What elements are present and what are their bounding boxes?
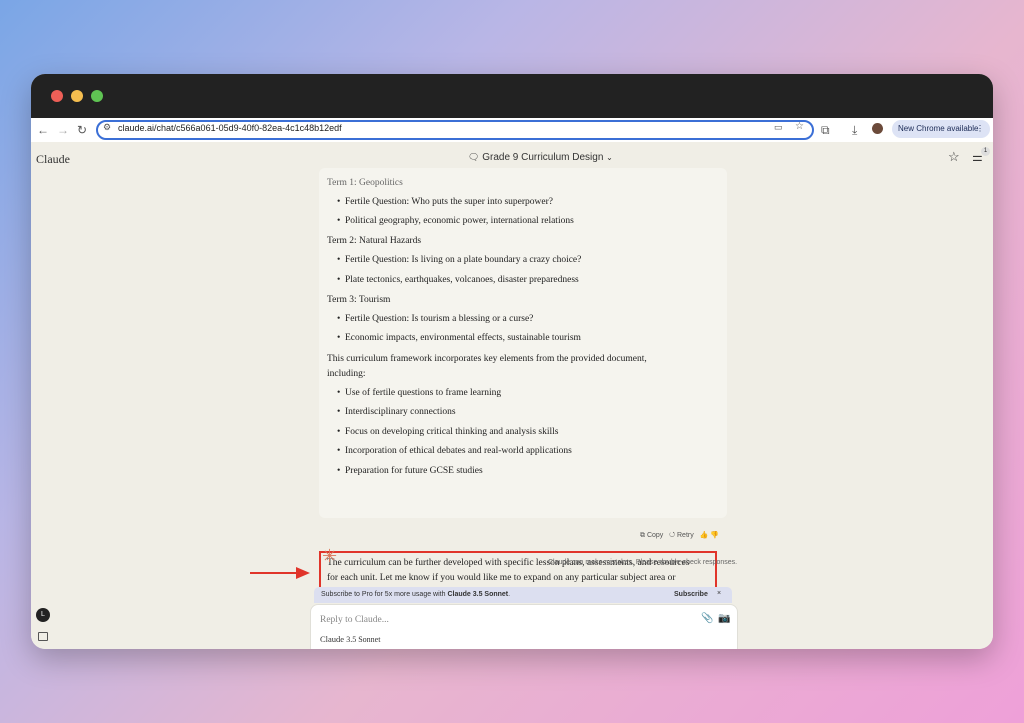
retry-button[interactable]: ↺ Retry — [669, 532, 694, 539]
list-item: Preparation for future GCSE studies — [337, 466, 483, 476]
term-heading: Term 3: Tourism — [327, 295, 391, 305]
list-item: Fertile Question: Who puts the super int… — [337, 197, 553, 207]
user-avatar[interactable]: L — [36, 608, 50, 622]
term-heading: Term 1: Geopolitics — [327, 178, 403, 188]
reply-input[interactable]: Reply to Claude... 📎 📷 Claude 3.5 Sonnet — [310, 604, 738, 649]
model-version: 3.5 Sonnet — [346, 635, 381, 644]
bookmark-star-icon[interactable]: ☆ — [795, 121, 804, 132]
promo-model: Claude 3.5 Sonnet — [447, 591, 509, 598]
paragraph-line: This curriculum framework incorporates k… — [327, 354, 647, 364]
browser-window: ← → ↻ ⚙ claude.ai/chat/c566a061-05d9-40f… — [31, 74, 993, 649]
close-window-button[interactable] — [51, 90, 63, 102]
chevron-down-icon: ⌄ — [606, 153, 613, 162]
forward-icon[interactable]: → — [57, 121, 69, 139]
chat-bubble-icon: 🗨 — [468, 152, 480, 162]
notification-badge: 1 — [981, 147, 990, 156]
brand-logo[interactable]: Claude — [36, 152, 70, 167]
list-item: Focus on developing critical thinking an… — [337, 427, 558, 437]
assistant-message: Term 1: Geopolitics Fertile Question: Who… — [319, 168, 727, 518]
retry-label: Retry — [677, 532, 694, 539]
download-icon[interactable]: ⤓ — [852, 121, 857, 139]
star-chat-icon[interactable]: ☆ — [948, 149, 960, 165]
sidebar-toggle-icon[interactable] — [38, 632, 48, 641]
profile-avatar[interactable] — [872, 123, 883, 134]
term-heading: Term 2: Natural Hazards — [327, 236, 422, 246]
back-icon[interactable]: ← — [37, 121, 49, 139]
list-item: Fertile Question: Is tourism a blessing … — [337, 314, 533, 324]
address-bar[interactable]: ⚙ claude.ai/chat/c566a061-05d9-40f0-82ea… — [96, 120, 814, 140]
list-item: Incorporation of ethical debates and rea… — [337, 446, 572, 456]
chat-title-text: Grade 9 Curriculum Design — [482, 152, 604, 163]
url-text: claude.ai/chat/c566a061-05d9-40f0-82ea-4… — [118, 123, 342, 133]
model-selector[interactable]: Claude 3.5 Sonnet — [320, 634, 380, 644]
reply-placeholder: Reply to Claude... — [320, 615, 389, 625]
copy-label: Copy — [646, 532, 664, 539]
subscribe-button[interactable]: Subscribe — [674, 591, 708, 598]
list-item: Use of fertile questions to frame learni… — [337, 388, 501, 398]
new-chrome-button[interactable]: New Chrome available ⋮ — [892, 120, 990, 138]
list-item: Economic impacts, environmental effects,… — [337, 333, 581, 343]
red-arrow-icon — [250, 567, 310, 579]
list-item: Fertile Question: Is living on a plate b… — [337, 255, 581, 265]
disclaimer: Claude can make mistakes. Please double-… — [548, 559, 738, 566]
menu-dots-icon[interactable]: ⋮ — [976, 120, 984, 138]
model-name: Claude — [320, 634, 345, 644]
title-bar — [31, 74, 993, 118]
promo-suffix: . — [508, 591, 511, 598]
extensions-icon[interactable]: ⧉ — [821, 121, 830, 139]
thumbs-down-icon[interactable]: 👎 — [710, 532, 719, 539]
thumbs-up-icon[interactable]: 👍 — [700, 532, 709, 539]
claude-spark-icon: ✳ — [322, 546, 338, 566]
claude-app: Claude 🗨 Grade 9 Curriculum Design ⌄ ☆ ⚌… — [31, 142, 993, 649]
close-icon[interactable]: × — [717, 590, 721, 597]
minimize-window-button[interactable] — [71, 90, 83, 102]
chat-title-button[interactable]: 🗨 Grade 9 Curriculum Design ⌄ — [468, 152, 613, 163]
list-item: Interdisciplinary connections — [337, 407, 456, 417]
new-chrome-label: New Chrome available — [898, 124, 979, 133]
list-item: Plate tectonics, earthquakes, volcanoes,… — [337, 275, 579, 285]
camera-icon[interactable]: 📷 — [718, 613, 730, 624]
cast-icon[interactable]: ▭ — [774, 122, 783, 133]
site-info-icon[interactable]: ⚙ — [103, 122, 111, 133]
list-item: Political geography, economic power, int… — [337, 216, 574, 226]
paperclip-icon[interactable]: 📎 — [701, 613, 713, 624]
copy-icon: ⧉ — [640, 532, 645, 539]
message-actions: ⧉ Copy ↺ Retry 👍 👎 — [640, 531, 719, 540]
maximize-window-button[interactable] — [91, 90, 103, 102]
promo-prefix: Subscribe to Pro for 5x more usage with — [321, 591, 448, 598]
browser-toolbar: ← → ↻ ⚙ claude.ai/chat/c566a061-05d9-40f… — [31, 118, 993, 143]
promo-text: Subscribe to Pro for 5x more usage with … — [321, 591, 510, 598]
paragraph-line: including: — [327, 369, 366, 379]
copy-button[interactable]: ⧉ Copy — [640, 532, 663, 539]
retry-icon: ↺ — [669, 532, 676, 539]
reload-icon[interactable]: ↻ — [77, 121, 87, 139]
subscribe-banner: Subscribe to Pro for 5x more usage with … — [314, 587, 732, 603]
